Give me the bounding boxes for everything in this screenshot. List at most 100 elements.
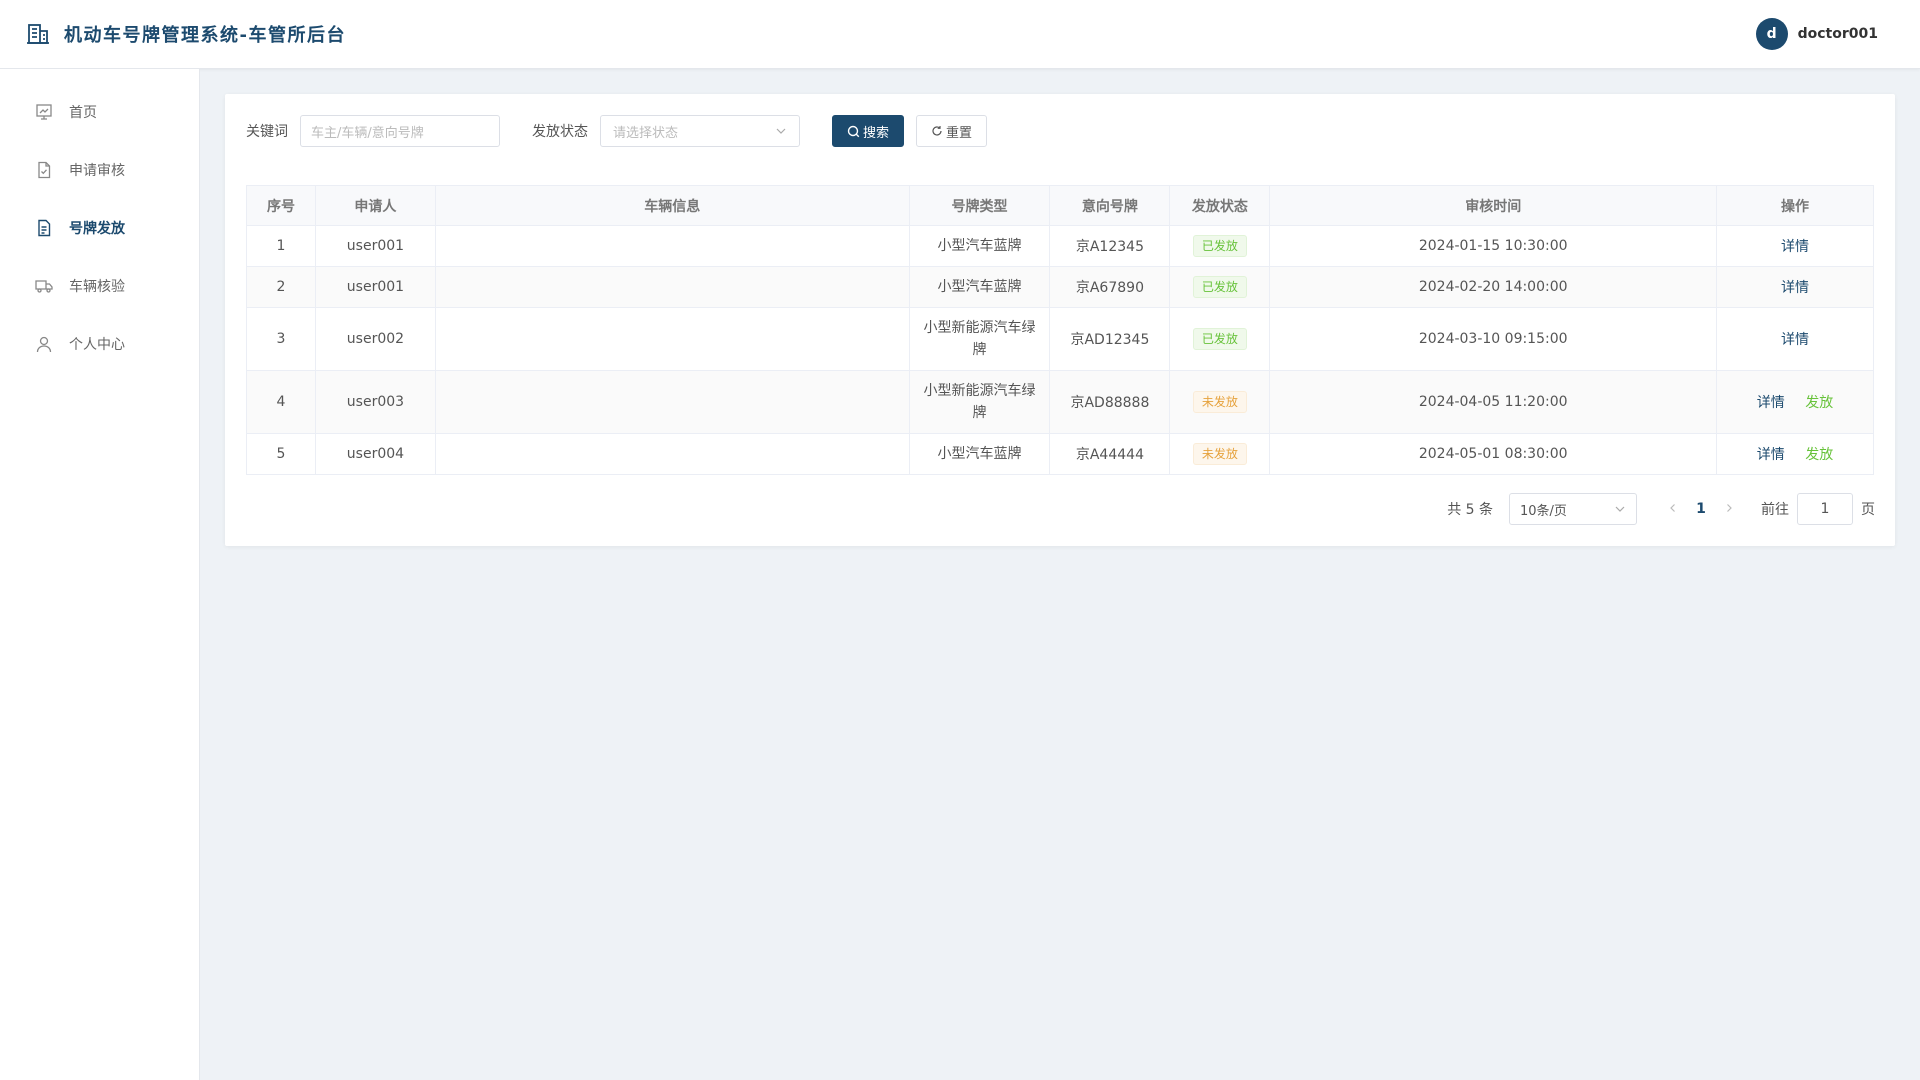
cell-plate-type: 小型汽车蓝牌 <box>908 266 1051 308</box>
table-row: 3 user002 小型新能源汽车绿牌 京AD12345 已发放 2024-03… <box>246 307 1874 371</box>
cell-actions: 详情 <box>1716 266 1874 308</box>
cell-vehicle <box>434 433 910 475</box>
table-header-row: 序号 申请人 车辆信息 号牌类型 意向号牌 发放状态 审核时间 操作 <box>246 185 1874 226</box>
keyword-placeholder: 车主/车辆/意向号牌 <box>311 125 424 141</box>
search-icon <box>847 125 860 137</box>
cell-time: 2024-02-20 14:00:00 <box>1269 266 1718 308</box>
goto-label: 前往 <box>1761 502 1789 518</box>
prev-page-button[interactable] <box>1661 501 1685 517</box>
detail-link[interactable]: 详情 <box>1757 447 1785 463</box>
detail-link[interactable]: 详情 <box>1781 332 1809 348</box>
page-number-current[interactable]: 1 <box>1685 501 1717 517</box>
column-header: 车辆信息 <box>434 185 910 226</box>
status-label: 发放状态 <box>532 124 588 140</box>
app-title: 机动车号牌管理系统-车管所后台 <box>64 25 346 46</box>
pagination: 共 5 条 10条/页 1 前往 1 页 <box>1447 493 1875 525</box>
cell-time: 2024-01-15 10:30:00 <box>1269 225 1718 267</box>
cell-index: 1 <box>246 225 316 267</box>
detail-link[interactable]: 详情 <box>1781 280 1809 296</box>
goto-page-input[interactable]: 1 <box>1797 493 1853 525</box>
status-select[interactable]: 请选择状态 <box>600 115 800 147</box>
reset-button-label: 重置 <box>946 125 973 141</box>
cell-applicant: user002 <box>314 307 436 371</box>
column-header: 意向号牌 <box>1049 185 1171 226</box>
cell-applicant: user001 <box>314 225 436 267</box>
sidebar-item-profile[interactable]: 个人中心 <box>0 315 199 373</box>
refresh-icon <box>932 126 942 136</box>
status-badge: 已发放 <box>1192 276 1247 298</box>
user-icon <box>36 336 52 353</box>
column-header: 发放状态 <box>1169 185 1271 226</box>
document-check-icon <box>38 161 51 179</box>
total-count: 共 5 条 <box>1447 502 1493 518</box>
search-button[interactable]: 搜索 <box>832 115 905 147</box>
cell-index: 2 <box>246 266 316 308</box>
cell-plate-type: 小型新能源汽车绿牌 <box>908 370 1051 434</box>
cell-plate: 京A12345 <box>1049 225 1171 267</box>
sidebar-item-home[interactable]: 首页 <box>0 83 199 141</box>
issue-link[interactable]: 发放 <box>1805 447 1833 463</box>
status-badge: 未发放 <box>1192 443 1247 465</box>
column-header: 申请人 <box>314 185 436 226</box>
document-list-icon <box>38 219 51 237</box>
table-row: 2 user001 小型汽车蓝牌 京A67890 已发放 2024-02-20 … <box>246 266 1874 308</box>
cell-applicant: user003 <box>314 370 436 434</box>
status-badge: 已发放 <box>1192 235 1247 257</box>
keyword-input[interactable]: 车主/车辆/意向号牌 <box>300 115 500 147</box>
cell-vehicle <box>434 225 910 267</box>
cell-index: 3 <box>246 307 316 371</box>
avatar[interactable]: d <box>1755 18 1788 50</box>
cell-status: 未发放 <box>1169 370 1271 434</box>
cell-time: 2024-03-10 09:15:00 <box>1269 307 1718 371</box>
cell-index: 5 <box>246 433 316 475</box>
status-badge: 未发放 <box>1192 391 1247 413</box>
filter-bar: 关键词 车主/车辆/意向号牌 发放状态 请选择状态 搜索 重置 <box>246 115 988 147</box>
chevron-right-icon <box>1727 504 1732 512</box>
issuance-table: 序号 申请人 车辆信息 号牌类型 意向号牌 发放状态 审核时间 操作 1 use… <box>246 185 1874 475</box>
sidebar-item-label: 车辆核验 <box>69 279 125 295</box>
cell-applicant: user001 <box>314 266 436 308</box>
sidebar-item-application-review[interactable]: 申请审核 <box>0 141 199 199</box>
chevron-down-icon <box>776 128 786 134</box>
goto-page-value: 1 <box>1820 501 1830 517</box>
cell-applicant: user004 <box>314 433 436 475</box>
cell-plate: 京A44444 <box>1049 433 1171 475</box>
table-row: 4 user003 小型新能源汽车绿牌 京AD88888 未发放 2024-04… <box>246 370 1874 434</box>
cell-actions: 详情 <box>1716 225 1874 267</box>
sidebar-item-label: 个人中心 <box>69 337 125 353</box>
reset-button[interactable]: 重置 <box>916 115 988 147</box>
sidebar-item-label: 首页 <box>69 105 97 121</box>
page-size-value: 10条/页 <box>1520 503 1567 519</box>
column-header: 号牌类型 <box>908 185 1051 226</box>
sidebar-item-plate-issuance[interactable]: 号牌发放 <box>0 199 199 257</box>
detail-link[interactable]: 详情 <box>1757 395 1785 411</box>
next-page-button[interactable] <box>1717 501 1741 517</box>
cell-status: 已发放 <box>1169 225 1271 267</box>
sidebar: 首页 申请审核 号牌发放 车辆核验 个人中心 <box>0 69 200 1080</box>
search-button-label: 搜索 <box>863 125 890 141</box>
column-header: 序号 <box>246 185 316 226</box>
truck-icon <box>35 280 53 293</box>
table-row: 5 user004 小型汽车蓝牌 京A44444 未发放 2024-05-01 … <box>246 433 1874 475</box>
chevron-down-icon <box>1615 506 1625 512</box>
building-icon <box>26 22 50 46</box>
cell-status: 未发放 <box>1169 433 1271 475</box>
detail-link[interactable]: 详情 <box>1781 239 1809 255</box>
username[interactable]: doctor001 <box>1798 26 1878 42</box>
cell-time: 2024-05-01 08:30:00 <box>1269 433 1718 475</box>
sidebar-item-vehicle-verification[interactable]: 车辆核验 <box>0 257 199 315</box>
cell-plate: 京AD12345 <box>1049 307 1171 371</box>
cell-plate-type: 小型汽车蓝牌 <box>908 433 1051 475</box>
cell-time: 2024-04-05 11:20:00 <box>1269 370 1718 434</box>
cell-vehicle <box>434 266 910 308</box>
status-placeholder: 请选择状态 <box>613 125 679 141</box>
cell-status: 已发放 <box>1169 266 1271 308</box>
user-menu[interactable]: d doctor001 <box>1755 18 1894 50</box>
cell-index: 4 <box>246 370 316 434</box>
cell-vehicle <box>434 370 910 434</box>
issue-link[interactable]: 发放 <box>1805 395 1833 411</box>
page-size-select[interactable]: 10条/页 <box>1509 493 1637 525</box>
top-header: 机动车号牌管理系统-车管所后台 d doctor001 <box>0 0 1920 69</box>
cell-vehicle <box>434 307 910 371</box>
status-badge: 已发放 <box>1192 328 1247 350</box>
